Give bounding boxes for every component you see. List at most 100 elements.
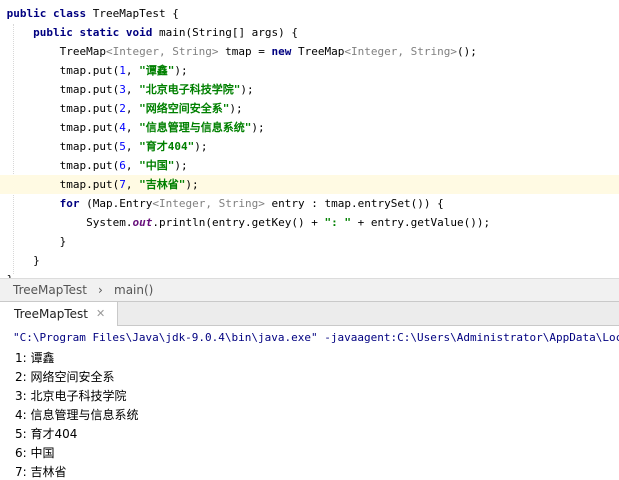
code-token: for xyxy=(59,197,87,210)
code-token: System. xyxy=(6,216,133,229)
code-line[interactable]: tmap.put(2, "网络空间安全系"); xyxy=(0,99,619,118)
breadcrumb-separator: › xyxy=(98,283,103,297)
code-token: ); xyxy=(240,83,254,96)
code-token: "网络空间安全系" xyxy=(139,102,230,115)
run-command-line: "C:\Program Files\Java\jdk-9.0.4\bin\jav… xyxy=(13,331,619,344)
code-token: 6 xyxy=(119,159,126,172)
code-token: <Integer, String> xyxy=(344,45,457,58)
code-token: public class xyxy=(6,7,93,20)
code-token: 2 xyxy=(119,102,126,115)
code-token: "育才404" xyxy=(139,140,195,153)
code-token: TreeMapTest { xyxy=(92,7,179,20)
code-token: entry : tmap.entrySet()) { xyxy=(264,197,444,210)
code-token: <Integer, String> xyxy=(105,45,219,58)
code-token: 3 xyxy=(119,83,126,96)
code-line[interactable]: } xyxy=(0,270,619,278)
code-token: ": " xyxy=(324,216,352,229)
breadcrumb-method[interactable]: main() xyxy=(114,279,153,301)
code-token: ); xyxy=(194,140,208,153)
breadcrumb-class[interactable]: TreeMapTest xyxy=(13,279,87,301)
code-token: } xyxy=(6,235,67,248)
run-tab-treemaptest[interactable]: TreeMapTest ✕ xyxy=(0,302,118,326)
code-token: , xyxy=(125,102,140,115)
code-token: "信息管理与信息系统" xyxy=(139,121,252,134)
code-line[interactable]: tmap.put(4, "信息管理与信息系统"); xyxy=(0,118,619,137)
code-token: main(String[] args) { xyxy=(158,26,299,39)
code-gutter-pad xyxy=(0,254,7,267)
console-line: 2: 网络空间安全系 xyxy=(15,370,115,384)
code-token: tmap.put( xyxy=(6,178,120,191)
code-line[interactable]: } xyxy=(0,232,619,251)
code-gutter-pad xyxy=(0,102,7,115)
code-gutter-pad xyxy=(0,178,7,191)
code-line[interactable]: tmap.put(6, "中国"); xyxy=(0,156,619,175)
code-line[interactable]: TreeMap<Integer, String> tmap = new Tree… xyxy=(0,42,619,61)
close-icon[interactable]: ✕ xyxy=(96,302,105,326)
code-line[interactable]: for (Map.Entry<Integer, String> entry : … xyxy=(0,194,619,213)
code-token: ); xyxy=(185,178,199,191)
code-gutter-pad xyxy=(0,7,7,20)
console-line: 3: 北京电子科技学院 xyxy=(15,389,127,403)
code-token: out xyxy=(132,216,153,229)
code-token: tmap.put( xyxy=(6,83,120,96)
code-token: ); xyxy=(229,102,243,115)
code-token: ); xyxy=(174,159,188,172)
code-token: public static void xyxy=(33,26,159,39)
code-token: tmap.put( xyxy=(6,159,120,172)
code-token: "谭鑫" xyxy=(139,64,175,77)
code-token: , xyxy=(125,64,140,77)
console-output[interactable]: "C:\Program Files\Java\jdk-9.0.4\bin\jav… xyxy=(0,326,619,480)
code-token: tmap.put( xyxy=(6,121,120,134)
code-token: new xyxy=(271,45,299,58)
code-token: "北京电子科技学院" xyxy=(139,83,241,96)
run-tab-bar: TreeMapTest ✕ xyxy=(0,301,619,326)
console-line: 7: 吉林省 xyxy=(15,465,67,479)
code-token: <Integer, String> xyxy=(152,197,265,210)
code-gutter-pad xyxy=(0,216,7,229)
code-token: .println(entry.getKey() + xyxy=(152,216,325,229)
code-line[interactable]: tmap.put(7, "吉林省"); xyxy=(0,175,619,194)
console-line: 6: 中国 xyxy=(15,446,55,460)
code-line[interactable]: tmap.put(1, "谭鑫"); xyxy=(0,61,619,80)
code-token: TreeMap xyxy=(6,45,106,58)
code-token: } xyxy=(6,254,40,267)
code-line[interactable]: } xyxy=(0,251,619,270)
code-token: 4 xyxy=(119,121,126,134)
code-token: 1 xyxy=(119,64,126,77)
code-token: tmap.put( xyxy=(6,102,120,115)
code-gutter-pad xyxy=(0,235,7,248)
code-token: "吉林省" xyxy=(139,178,186,191)
code-token: (); xyxy=(457,45,477,58)
code-gutter-pad xyxy=(0,140,7,153)
code-line[interactable]: tmap.put(5, "育才404"); xyxy=(0,137,619,156)
code-line[interactable]: tmap.put(3, "北京电子科技学院"); xyxy=(0,80,619,99)
console-line: 5: 育才404 xyxy=(15,427,78,441)
console-line: 1: 谭鑫 xyxy=(15,351,55,365)
code-token: 7 xyxy=(119,178,126,191)
code-token: tmap.put( xyxy=(6,140,120,153)
code-gutter-pad xyxy=(0,83,7,96)
console-line: 4: 信息管理与信息系统 xyxy=(15,408,139,422)
code-token: + entry.getValue()); xyxy=(351,216,491,229)
code-gutter-pad xyxy=(0,121,7,134)
code-token: TreeMap xyxy=(298,45,345,58)
code-gutter-pad xyxy=(0,197,7,210)
code-gutter-pad xyxy=(0,45,7,58)
code-gutter-pad xyxy=(0,64,7,77)
run-tab-label: TreeMapTest xyxy=(14,307,88,321)
code-token: ); xyxy=(251,121,265,134)
code-line[interactable]: public static void main(String[] args) { xyxy=(0,23,619,42)
breadcrumb: TreeMapTest › main() xyxy=(0,278,619,301)
code-line[interactable]: System.out.println(entry.getKey() + ": "… xyxy=(0,213,619,232)
code-token: , xyxy=(125,159,140,172)
code-token: , xyxy=(125,83,140,96)
code-token: , xyxy=(125,178,140,191)
code-token: , xyxy=(125,121,140,134)
code-token: ); xyxy=(174,64,188,77)
code-token: "中国" xyxy=(139,159,175,172)
code-line[interactable]: public class TreeMapTest { xyxy=(0,4,619,23)
code-editor[interactable]: public class TreeMapTest { public static… xyxy=(0,0,619,278)
code-gutter-pad xyxy=(0,26,7,39)
